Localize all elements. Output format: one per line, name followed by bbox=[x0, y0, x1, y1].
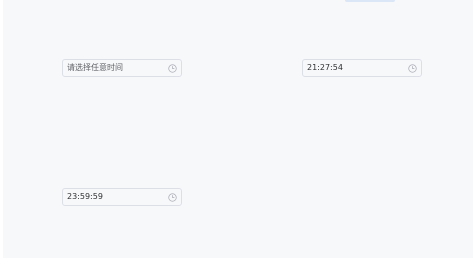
clock-icon bbox=[406, 62, 418, 74]
top-accent-bar bbox=[345, 0, 395, 2]
page-bottom-edge bbox=[0, 258, 474, 262]
time-picker-current[interactable]: 21:27:54 bbox=[302, 59, 422, 77]
demo-canvas bbox=[3, 0, 473, 258]
time-picker-value: 21:27:54 bbox=[307, 63, 343, 72]
clock-icon bbox=[166, 191, 178, 203]
clock-icon bbox=[166, 62, 178, 74]
time-picker-end-of-day[interactable]: 23:59:59 bbox=[62, 188, 182, 206]
time-picker-placeholder: 请选择任意时间 bbox=[67, 63, 123, 72]
time-picker-value: 23:59:59 bbox=[67, 192, 103, 201]
time-picker-any[interactable]: 请选择任意时间 bbox=[62, 59, 182, 77]
